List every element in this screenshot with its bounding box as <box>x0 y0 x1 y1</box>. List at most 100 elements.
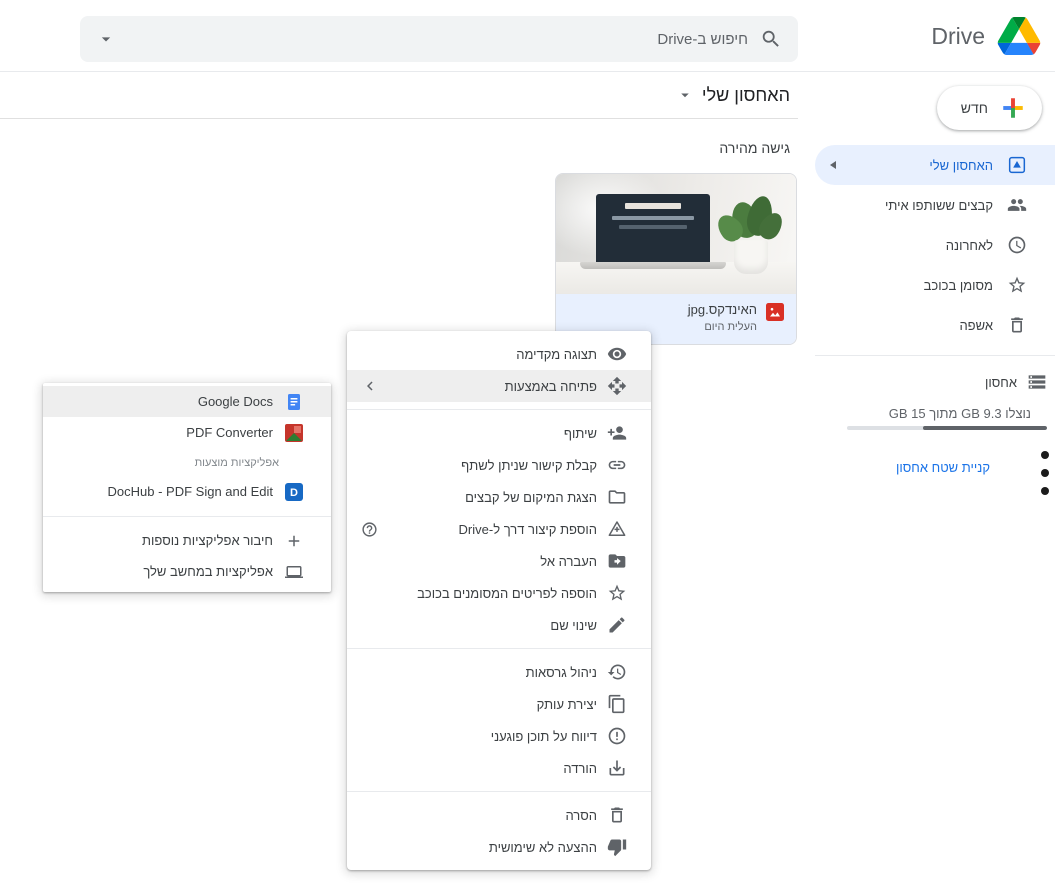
menu-item-label: הוספת קיצור דרך ל-Drive <box>458 521 597 537</box>
storage-label: אחסון <box>985 374 1017 390</box>
sidebar-item-label: אשפה <box>959 317 993 333</box>
page-header: האחסון שלי <box>0 72 798 119</box>
menu-item-label: יצירת עותק <box>536 696 597 712</box>
menu-item-label: הורדה <box>563 760 597 776</box>
submenu-item-dochub[interactable]: D DocHub - PDF Sign and Edit <box>43 476 331 507</box>
menu-item-make-copy[interactable]: יצירת עותק <box>347 688 651 720</box>
star-icon <box>607 583 627 603</box>
link-icon <box>607 455 627 475</box>
menu-item-label: שיתוף <box>563 425 597 441</box>
suggested-apps-label: אפליקציות מוצעות <box>194 457 279 469</box>
edge-dot <box>1041 487 1049 495</box>
sidebar-item-label: האחסון שלי <box>929 157 993 173</box>
menu-item-label: תצוגה מקדימה <box>516 346 597 362</box>
svg-text:D: D <box>290 487 298 499</box>
menu-item-open-with[interactable]: פתיחה באמצעות <box>347 370 651 402</box>
menu-item-rename[interactable]: שינוי שם <box>347 609 651 641</box>
move-to-folder-icon <box>607 551 627 571</box>
collapse-arrow-icon[interactable] <box>830 161 836 169</box>
page-title[interactable]: האחסון שלי <box>702 85 790 106</box>
sidebar-divider <box>815 355 1055 356</box>
sidebar-item-label: לאחרונה <box>945 237 993 253</box>
menu-item-show-location[interactable]: הצגת המיקום של קבצים <box>347 481 651 513</box>
submenu-item-pdf-converter[interactable]: PDF Converter <box>43 417 331 448</box>
menu-item-preview[interactable]: תצוגה מקדימה <box>347 338 651 370</box>
copy-icon <box>607 694 627 714</box>
new-button[interactable]: חדש <box>936 86 1042 130</box>
recent-clock-icon <box>1007 235 1027 255</box>
storage-icon <box>1027 372 1047 392</box>
menu-item-move-to[interactable]: העברה אל <box>347 545 651 577</box>
file-uploaded-text: העלית היום <box>704 321 757 333</box>
sidebar-nav: האחסון שלי קבצים ששותפו איתי לאחרונה מסו… <box>815 145 1055 345</box>
submenu-item-google-docs[interactable]: Google Docs <box>43 386 331 417</box>
search-options-caret-icon[interactable] <box>96 29 116 49</box>
search-input[interactable] <box>128 30 748 48</box>
share-person-add-icon <box>607 423 627 443</box>
menu-item-report-abuse[interactable]: דיווח על תוכן פוגעני <box>347 720 651 752</box>
submenu-item-connect-more-apps[interactable]: חיבור אפליקציות נוספות <box>43 525 331 556</box>
edge-dots <box>1041 451 1049 495</box>
menu-item-label: ניהול גרסאות <box>525 664 597 680</box>
menu-item-add-shortcut[interactable]: הוספת קיצור דרך ל-Drive <box>347 513 651 545</box>
preview-eye-icon <box>607 344 627 364</box>
context-menu-section: הסרה ההצעה לא שימושית <box>347 791 651 870</box>
sidebar-item-label: קבצים ששותפו איתי <box>885 197 993 213</box>
rename-pencil-icon <box>607 615 627 635</box>
menu-item-get-link[interactable]: קבלת קישור שניתן לשתף <box>347 449 651 481</box>
quick-access-label: גישה מהירה <box>719 140 790 156</box>
submenu-item-label: אפליקציות במחשב שלך <box>143 564 273 579</box>
menu-item-label: שינוי שם <box>550 617 597 633</box>
menu-item-label: דיווח על תוכן פוגעני <box>490 728 597 744</box>
menu-item-label: הצגת המיקום של קבצים <box>465 489 597 505</box>
edge-dot <box>1041 469 1049 477</box>
menu-item-remove[interactable]: הסרה <box>347 799 651 831</box>
trash-icon <box>1007 315 1027 335</box>
star-icon <box>1007 275 1027 295</box>
sidebar-item-my-drive[interactable]: האחסון שלי <box>815 145 1055 185</box>
shared-people-icon <box>1007 195 1027 215</box>
menu-item-suggestion-not-useful[interactable]: ההצעה לא שימושית <box>347 831 651 863</box>
storage-progress-bar <box>847 426 1047 430</box>
context-menu-section: תצוגה מקדימה פתיחה באמצעות <box>347 331 651 409</box>
page-title-caret-icon[interactable] <box>676 86 694 104</box>
submenu-divider <box>43 516 331 517</box>
sidebar-item-starred[interactable]: מסומן בכוכב <box>815 265 1055 305</box>
search-icon[interactable] <box>760 28 782 50</box>
menu-item-share[interactable]: שיתוף <box>347 417 651 449</box>
image-file-icon <box>766 303 784 321</box>
thumbnail-laptop-screen <box>596 194 710 262</box>
storage-link[interactable]: אחסון <box>985 364 1047 400</box>
drive-logo[interactable]: Drive <box>931 0 1041 72</box>
sidebar-item-recent[interactable]: לאחרונה <box>815 225 1055 265</box>
trash-icon <box>607 805 627 825</box>
sidebar-item-shared-with-me[interactable]: קבצים ששותפו איתי <box>815 185 1055 225</box>
file-name: האינדקס.jpg <box>687 302 757 317</box>
file-thumbnail <box>556 174 796 294</box>
sidebar-item-trash[interactable]: אשפה <box>815 305 1055 345</box>
buy-storage-link[interactable]: קניית שטח אחסון <box>896 460 990 475</box>
submenu-chevron-icon <box>361 377 379 395</box>
help-icon[interactable] <box>361 521 378 538</box>
file-card[interactable]: האינדקס.jpg העלית היום <box>555 173 797 345</box>
menu-item-add-to-starred[interactable]: הוספה לפריטים המסומנים בכוכב <box>347 577 651 609</box>
submenu-item-label: Google Docs <box>197 394 273 409</box>
edge-dot <box>1041 451 1049 459</box>
menu-item-label: קבלת קישור שניתן לשתף <box>461 457 597 473</box>
menu-item-label: העברה אל <box>540 553 597 569</box>
menu-item-label: פתיחה באמצעות <box>504 378 597 394</box>
sidebar: חדש האחסון שלי קבצים ששותפו איתי לאחרונה… <box>815 72 1055 888</box>
laptop-icon <box>285 563 303 581</box>
drive-logo-icon <box>997 17 1041 55</box>
report-abuse-icon <box>607 726 627 746</box>
submenu-item-desktop-apps[interactable]: אפליקציות במחשב שלך <box>43 556 331 587</box>
versions-history-icon <box>607 662 627 682</box>
submenu-item-label: חיבור אפליקציות נוספות <box>142 533 273 548</box>
menu-item-manage-versions[interactable]: ניהול גרסאות <box>347 656 651 688</box>
context-menu: תצוגה מקדימה פתיחה באמצעות שיתוף קבלת קי… <box>347 331 651 870</box>
thumbnail-plant-pot <box>734 240 768 274</box>
new-plus-icon <box>1000 95 1026 121</box>
open-with-submenu: Google Docs PDF Converter אפליקציות מוצע… <box>43 383 331 592</box>
menu-item-download[interactable]: הורדה <box>347 752 651 784</box>
sidebar-item-label: מסומן בכוכב <box>923 277 993 293</box>
